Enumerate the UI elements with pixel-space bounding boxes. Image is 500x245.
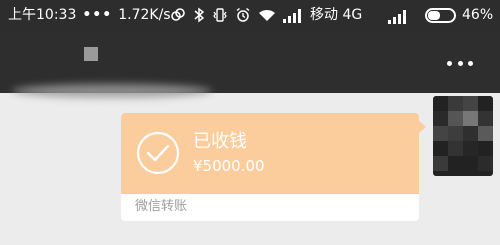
more-dots-icon[interactable] — [443, 53, 477, 73]
transfer-type-label: 微信转账 — [135, 199, 188, 214]
status-bar: 上午10:33 ••• 1.72K/s 移动 4G 46% — [0, 0, 500, 31]
alarm-icon — [235, 7, 251, 27]
status-left: 上午10:33 ••• 1.72K/s — [8, 5, 179, 25]
signal-icon — [283, 8, 301, 27]
carrier-label: 移动 4G — [310, 7, 363, 23]
bubble-tail — [418, 120, 426, 134]
signal-icon — [388, 9, 406, 28]
battery-icon — [425, 8, 456, 23]
network-speed: 1.72K/s — [118, 7, 171, 23]
check-circle-icon — [136, 131, 180, 175]
blurred-region — [12, 84, 212, 98]
transfer-amount: ¥5000.00 — [193, 157, 265, 175]
wifi-icon — [258, 7, 276, 27]
transfer-status: 已收钱 — [193, 131, 247, 152]
avatar[interactable] — [433, 96, 493, 176]
vibrate-icon — [212, 7, 228, 27]
transfer-card-footer: 微信转账 — [121, 194, 419, 221]
bluetooth-icon — [193, 7, 205, 27]
battery-percent: 46% — [462, 7, 494, 23]
notification-dots-icon: ••• — [82, 7, 113, 23]
transfer-card[interactable]: 已收钱 ¥5000.00 微信转账 — [121, 113, 419, 221]
chat-title-redacted — [84, 47, 98, 61]
status-time: 上午10:33 — [8, 7, 77, 23]
transfer-card-header: 已收钱 ¥5000.00 — [121, 113, 419, 194]
status-icons — [170, 7, 308, 27]
link-icon — [170, 7, 186, 27]
